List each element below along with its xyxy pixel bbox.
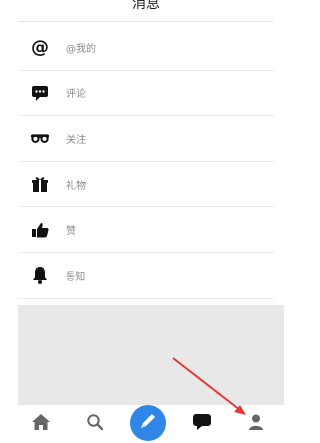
compose-button[interactable] bbox=[130, 405, 166, 441]
list-item-label: 赞 bbox=[66, 226, 76, 238]
bell-icon bbox=[30, 265, 50, 285]
user-icon bbox=[247, 413, 265, 435]
home-icon bbox=[31, 413, 51, 435]
thumbs-up-icon bbox=[30, 220, 50, 240]
empty-content-area bbox=[18, 305, 284, 405]
header: 消息 bbox=[0, 0, 292, 22]
compose-icon bbox=[137, 410, 159, 436]
message-list: @ @我的 评论 关注 礼物 赞 통知 bbox=[18, 25, 274, 299]
search-icon bbox=[86, 413, 104, 435]
svg-text:@: @ bbox=[31, 37, 49, 57]
page-title: 消息 bbox=[132, 0, 160, 12]
at-icon: @ bbox=[30, 37, 50, 57]
chat-icon bbox=[192, 413, 212, 435]
bottom-tab-bar bbox=[0, 405, 292, 443]
list-item-at-mentions[interactable]: @ @我的 bbox=[18, 25, 274, 71]
glasses-icon bbox=[30, 128, 50, 148]
list-item-notifications[interactable]: 통知 bbox=[18, 253, 274, 299]
tab-profile[interactable] bbox=[245, 413, 267, 435]
comment-icon bbox=[30, 83, 50, 103]
list-item-label: 关注 bbox=[66, 134, 86, 146]
header-divider bbox=[18, 21, 274, 22]
tab-messages[interactable] bbox=[191, 413, 213, 435]
list-item-label: 评论 bbox=[66, 89, 86, 101]
list-item-label: 통知 bbox=[66, 271, 86, 283]
list-item-comments[interactable]: 评论 bbox=[18, 71, 274, 117]
list-item-follows[interactable]: 关注 bbox=[18, 116, 274, 162]
list-item-gifts[interactable]: 礼物 bbox=[18, 162, 274, 208]
tab-home[interactable] bbox=[30, 413, 52, 435]
gift-icon bbox=[30, 174, 50, 194]
list-item-likes[interactable]: 赞 bbox=[18, 207, 274, 253]
list-item-label: 礼物 bbox=[66, 180, 86, 192]
tab-search[interactable] bbox=[84, 413, 106, 435]
list-item-label: @我的 bbox=[66, 43, 96, 55]
